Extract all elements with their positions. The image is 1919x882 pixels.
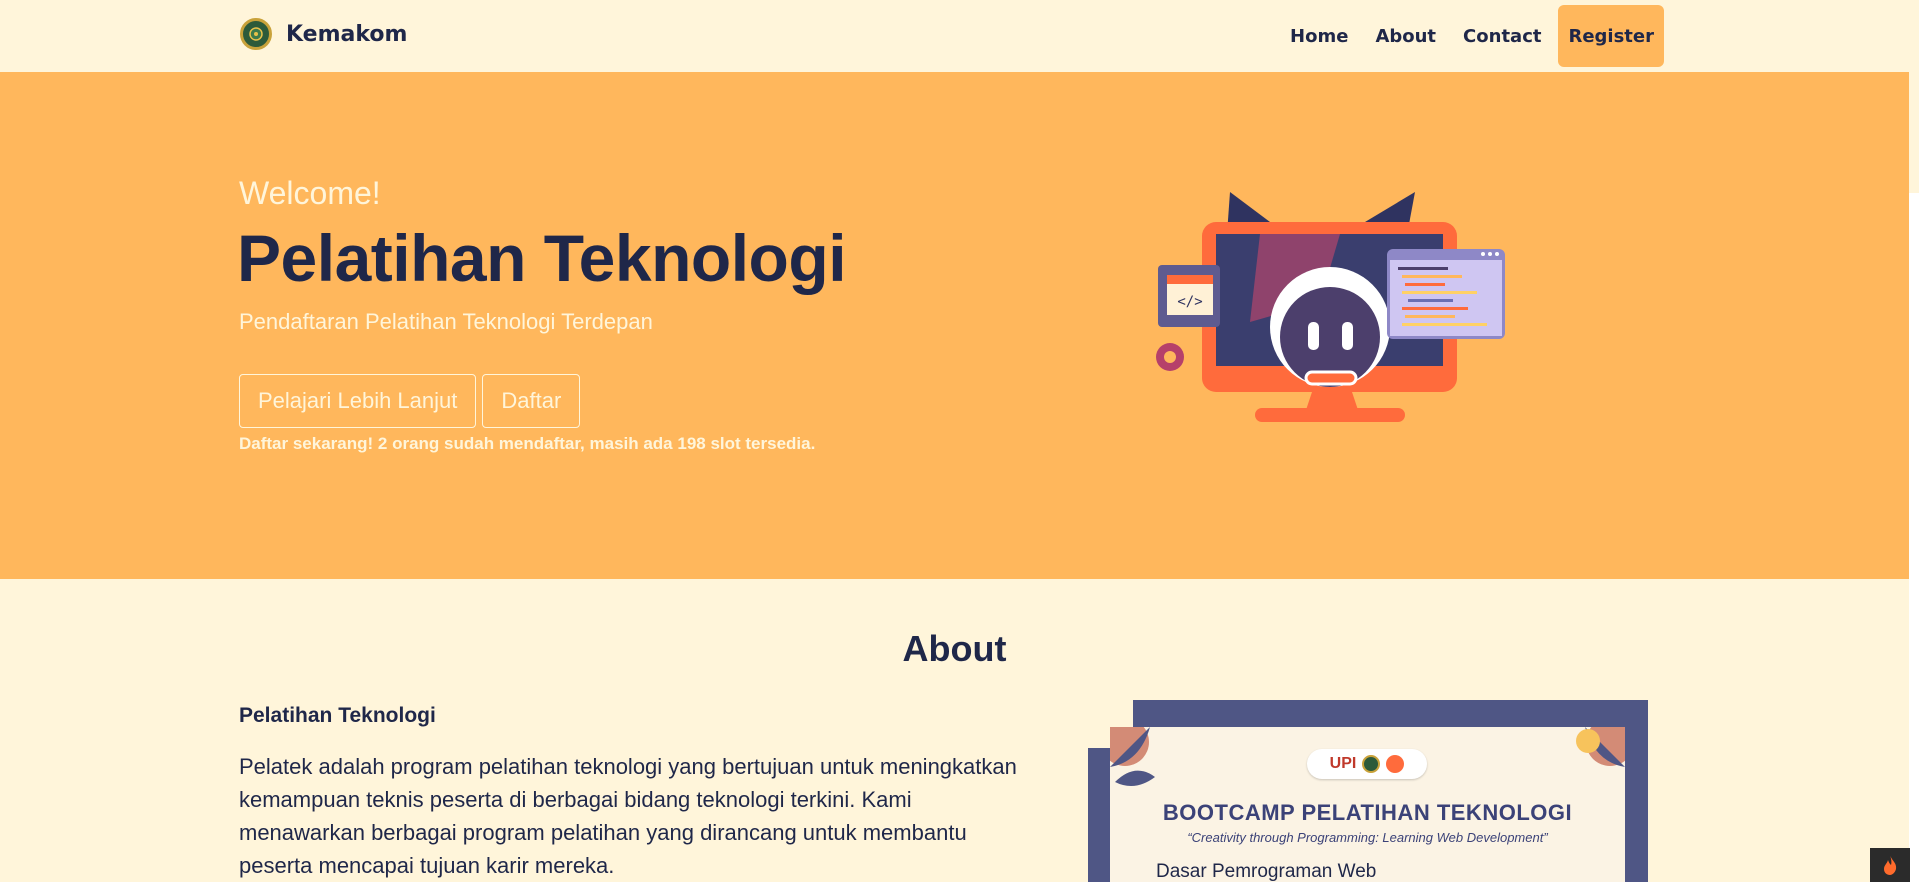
brand[interactable]: Kemakom [240,18,407,50]
learn-more-button[interactable]: Pelajari Lebih Lanjut [239,374,477,428]
hero-section: Welcome! Pelatihan Teknologi Pendaftaran… [0,72,1909,579]
poster-tagline: “Creativity through Programming: Learnin… [1187,830,1548,845]
poster-logos: UPI [1307,749,1427,779]
hero-title: Pelatihan Teknologi [237,221,847,295]
university-seal-icon [240,18,272,50]
hero-subtitle: Pendaftaran Pelatihan Teknologi Terdepan [239,309,653,334]
poster-title: BOOTCAMP PELATIHAN TEKNOLOGI [1162,800,1573,825]
daftar-button[interactable]: Daftar [482,374,581,428]
poster-card: UPI BOOTCAMP PELATIHAN TEKNOLOGI “Creati… [1110,727,1625,882]
hero-buttons: Pelajari Lebih Lanjut Daftar [239,374,586,428]
computer-robot-illustration: </> [1156,192,1505,422]
brand-name: Kemakom [286,21,408,47]
navbar: Kemakom Home About Contact Register [0,0,1909,72]
nav-about-link[interactable]: About [1375,26,1436,47]
nav-links: Home About Contact Register [1263,0,1664,72]
register-button[interactable]: Register [1558,5,1664,67]
about-text: Pelatek adalah program pelatihan teknolo… [239,754,1017,878]
about-subheading: Pelatihan Teknologi [239,704,436,727]
about-heading: About [902,628,1007,669]
flame-logo-icon [1386,755,1405,773]
nav-contact-link[interactable]: Contact [1463,26,1541,47]
hero-welcome: Welcome! [239,175,381,211]
flame-icon[interactable] [1870,848,1910,882]
svg-text:</>: </> [1177,294,1202,310]
seal-icon [1362,755,1381,773]
registration-note: Daftar sekarang! 2 orang sudah mendaftar… [239,434,816,453]
nav-home-link[interactable]: Home [1290,26,1348,47]
upi-logo-text: UPI [1329,755,1357,772]
poster-course: Dasar Pemrograman Web [1156,861,1377,882]
scrollbar-thumb[interactable] [1909,193,1919,882]
bootcamp-poster: UPI BOOTCAMP PELATIHAN TEKNOLOGI “Creati… [1088,700,1648,882]
